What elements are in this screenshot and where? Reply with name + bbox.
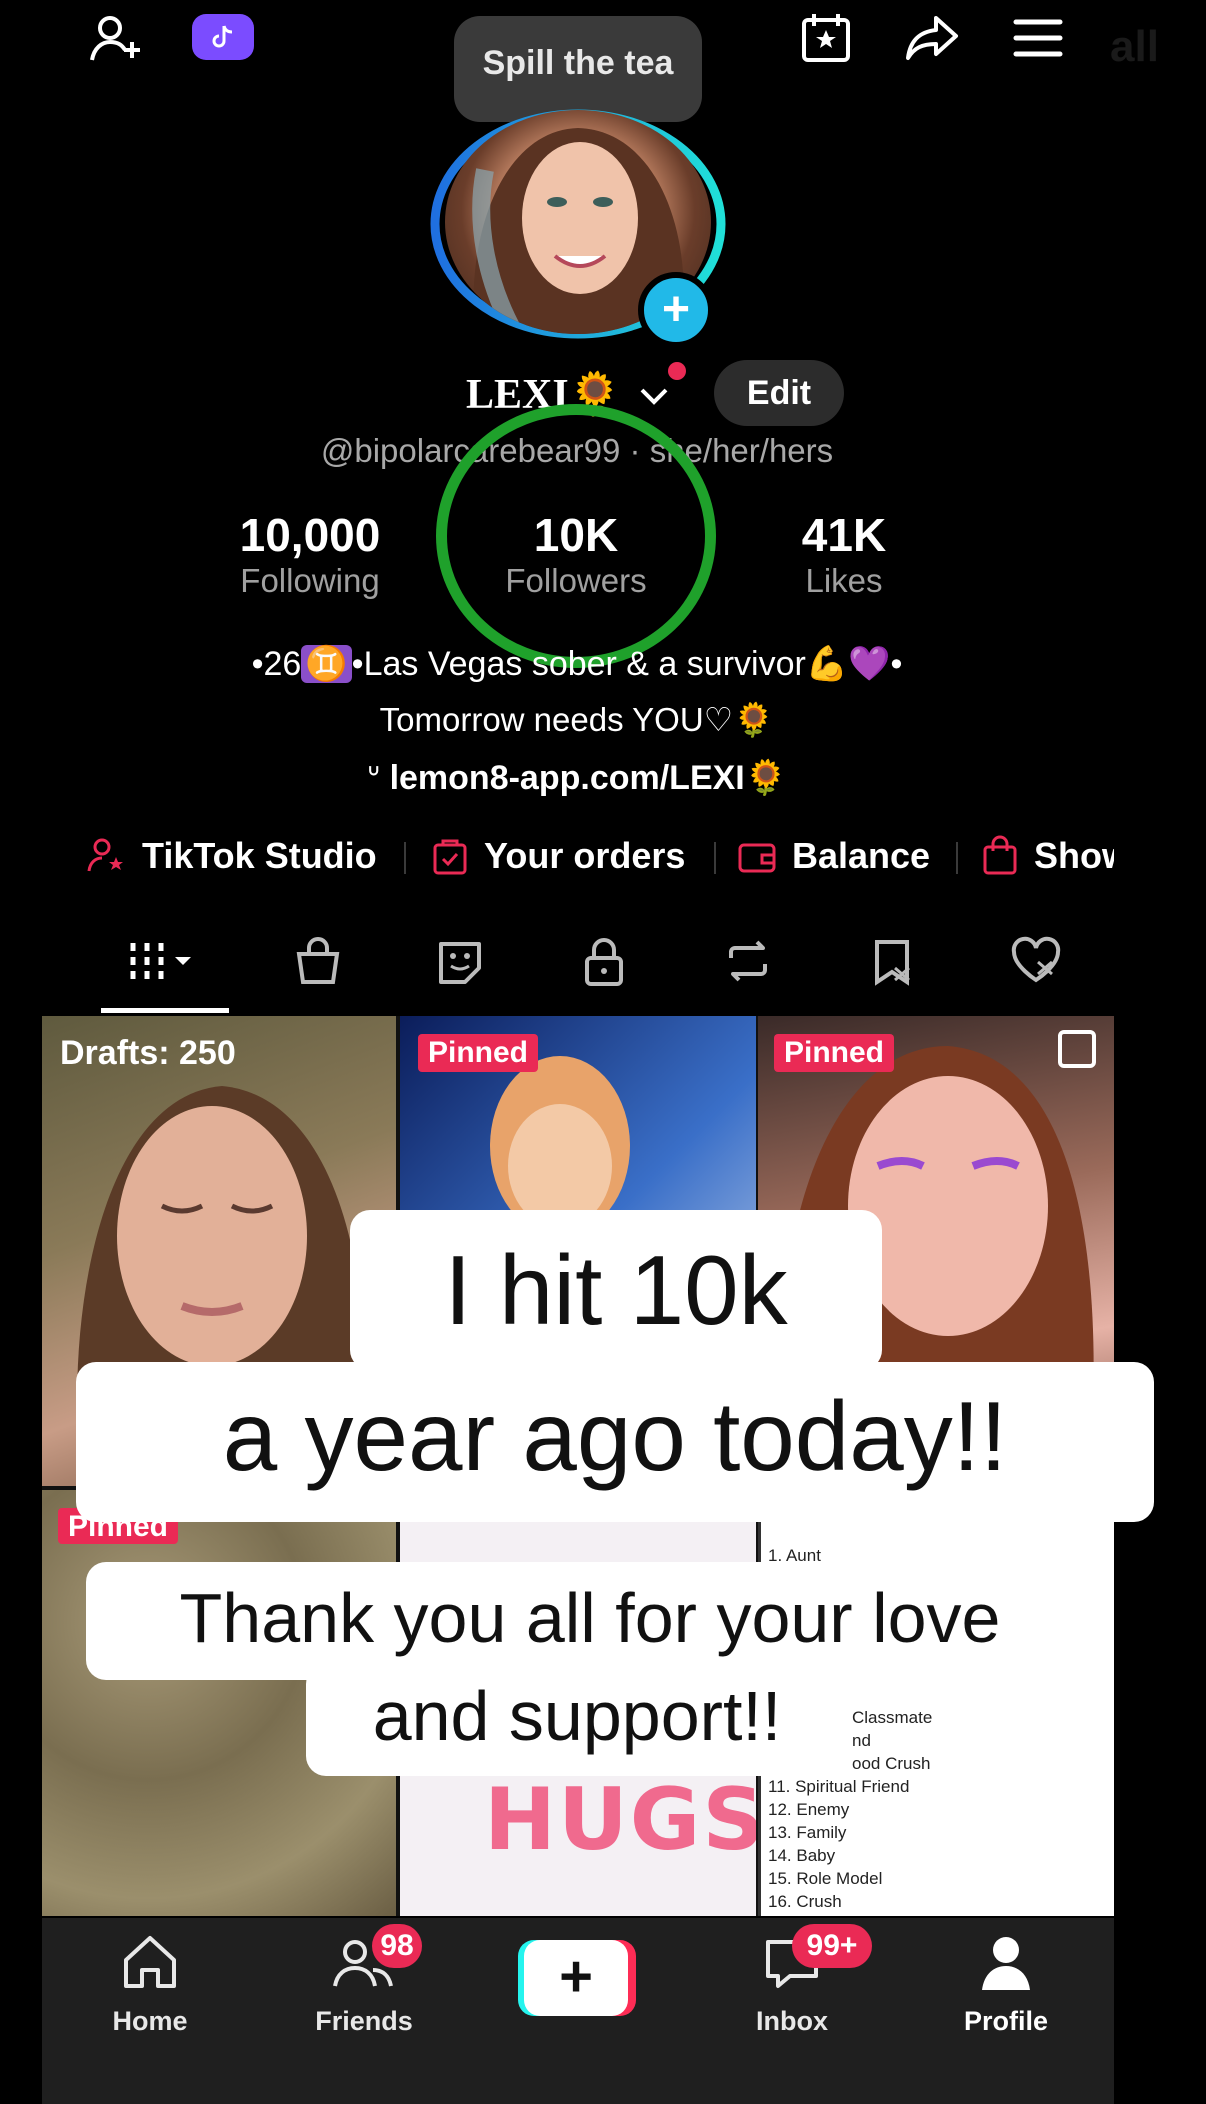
profile-icon <box>974 1930 1038 1994</box>
tooltip-text: Spill the tea <box>482 44 674 82</box>
list-item: 13. Family <box>768 1823 847 1842</box>
balance-link[interactable]: Balance <box>736 830 930 882</box>
likes-count[interactable]: 41K <box>694 508 994 562</box>
menu-icon[interactable] <box>1006 6 1070 70</box>
lock-icon[interactable] <box>574 930 634 992</box>
nav-profile[interactable] <box>926 1930 1086 1999</box>
status-text: all <box>1110 22 1159 71</box>
caption-line-1: I hit 10k <box>444 1235 788 1345</box>
sticker-icon[interactable] <box>430 930 490 992</box>
repost-icon[interactable] <box>718 930 778 992</box>
bio-link-text[interactable]: lemon8-app.com/LEXI🌻 <box>390 759 788 797</box>
divider <box>714 842 716 874</box>
tiktok-studio-label: TikTok Studio <box>142 835 377 876</box>
link-icon: ᐡ <box>366 759 390 797</box>
your-orders-link[interactable]: Your orders <box>430 830 685 882</box>
bio-link[interactable]: ᐡ lemon8-app.com/LEXI🌻 <box>0 758 1154 798</box>
chevron-down-icon[interactable] <box>636 378 672 414</box>
bio-line-2: Tomorrow needs YOU♡🌻 <box>379 701 775 738</box>
tiktok-icon[interactable] <box>192 14 254 60</box>
pinned-badge: Pinned <box>774 1034 895 1072</box>
list-item: Classmate <box>852 1708 933 1727</box>
nav-home-label[interactable]: Home <box>70 2006 230 2037</box>
list-item: 16. Crush <box>768 1892 842 1911</box>
caption-line-4: and support!! <box>372 1677 782 1755</box>
bag-check-icon <box>430 835 470 877</box>
highlight-circle <box>436 404 716 668</box>
list-item: 15. Role Model <box>768 1869 883 1888</box>
shop-label: Show <box>1034 835 1114 876</box>
divider <box>404 842 406 874</box>
divider <box>956 842 958 874</box>
tiktok-studio-link[interactable]: TikTok Studio <box>86 830 377 882</box>
home-icon <box>118 1930 182 1994</box>
nav-friends-label[interactable]: Friends <box>284 2006 444 2037</box>
calendar-star-icon[interactable] <box>794 6 858 70</box>
nav-home[interactable] <box>70 1930 230 1999</box>
create-plus-icon[interactable]: + <box>518 1940 636 2016</box>
drafts-label: Drafts: 250 <box>60 1034 236 1072</box>
caption-line-2: a year ago today!! <box>222 1381 1008 1491</box>
wallet-icon <box>736 835 778 877</box>
shop-icon[interactable] <box>288 930 348 992</box>
list-item: nd <box>852 1731 871 1750</box>
inbox-badge: 99+ <box>792 1924 872 1968</box>
bio-emojis: 💪💜• <box>805 645 903 683</box>
friends-badge: 98 <box>372 1924 422 1968</box>
share-icon[interactable] <box>900 6 964 70</box>
list-item: 12. Enemy <box>768 1800 850 1819</box>
add-story-button[interactable]: + <box>638 272 714 348</box>
pinned-badge: Pinned <box>418 1034 539 1072</box>
likes-label[interactable]: Likes <box>694 562 994 600</box>
active-tab-indicator <box>101 1008 229 1013</box>
nav-inbox-label[interactable]: Inbox <box>712 2006 872 2037</box>
balance-label: Balance <box>792 835 931 876</box>
bio-location: •Las Vegas sober & a survivor <box>351 645 806 683</box>
saved-icon[interactable] <box>862 930 922 992</box>
bio-line-1: •26 ♊ •Las Vegas sober & a survivor💪💜• <box>0 644 1154 684</box>
nav-profile-label[interactable]: Profile <box>926 2006 1086 2037</box>
list-item: 11. Spiritual Friend <box>768 1777 910 1796</box>
following-label[interactable]: Following <box>160 562 460 600</box>
following-count[interactable]: 10,000 <box>160 508 460 562</box>
shop-link[interactable]: Show <box>980 830 1114 882</box>
gemini-emoji: ♊ <box>301 645 352 683</box>
shopping-bag-icon <box>980 835 1020 877</box>
liked-icon[interactable] <box>1006 930 1066 992</box>
person-star-icon <box>86 835 128 877</box>
your-orders-label: Your orders <box>484 835 686 876</box>
grid-icon[interactable] <box>120 930 210 992</box>
bio-age: •26 <box>251 645 302 683</box>
caption-line-3: Thank you all for your love <box>179 1579 1001 1657</box>
list-item: 14. Baby <box>768 1846 836 1865</box>
hugs-text: HUGS <box>484 1770 756 1870</box>
multi-photo-icon <box>1058 1030 1096 1068</box>
notification-dot <box>668 362 686 380</box>
edit-profile-button[interactable]: Edit <box>714 360 844 426</box>
add-user-icon[interactable] <box>84 6 148 70</box>
list-item: ood Crush <box>852 1754 931 1773</box>
